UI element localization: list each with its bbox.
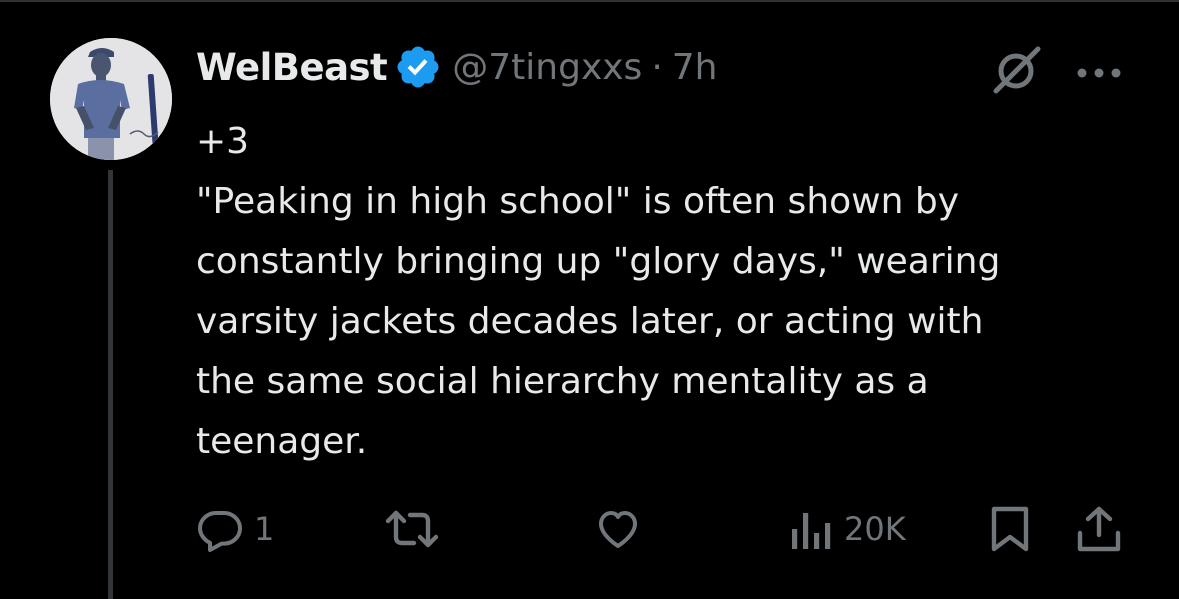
like-button[interactable] <box>594 503 642 555</box>
reply-button[interactable]: 1 <box>196 503 274 555</box>
more-options-icon[interactable] <box>1075 64 1123 78</box>
reply-icon <box>198 511 242 552</box>
tweet-text-line: the same social hierarchy mentality as a <box>196 361 929 402</box>
tweet-text-line: constantly bringing up "glory days," wea… <box>196 241 1001 282</box>
views-icon <box>792 513 831 549</box>
top-divider <box>0 0 1179 2</box>
views-count: 20K <box>844 510 906 548</box>
tweet-text-line: varsity jackets decades later, or acting… <box>196 301 984 342</box>
verified-badge-icon <box>394 43 442 91</box>
tweet-body-text: +3 "Peaking in high school" is often sho… <box>196 112 1146 472</box>
tweet-timestamp[interactable]: 7h <box>672 47 718 88</box>
header-separator: · <box>651 46 663 88</box>
avatar[interactable] <box>50 38 172 160</box>
tweet-text-line: teenager. <box>196 421 368 462</box>
thread-connector-line <box>108 170 113 599</box>
retweet-icon <box>385 510 439 548</box>
like-icon <box>599 511 637 548</box>
retweet-button[interactable] <box>384 503 440 555</box>
bookmark-icon <box>991 506 1029 552</box>
share-icon <box>1077 506 1121 552</box>
author-display-name[interactable]: WelBeast <box>196 46 388 89</box>
bookmark-button[interactable] <box>988 503 1032 555</box>
grok-icon[interactable] <box>988 43 1044 97</box>
tweet-text-line: +3 <box>196 121 250 162</box>
views-button[interactable]: 20K <box>790 503 906 555</box>
avatar-image <box>50 38 172 160</box>
tweet-header: WelBeast @7tingxxs · 7h <box>196 40 718 94</box>
share-button[interactable] <box>1076 503 1122 555</box>
reply-count: 1 <box>254 510 275 548</box>
author-handle[interactable]: @7tingxxs <box>452 47 642 88</box>
tweet-text-line: "Peaking in high school" is often shown … <box>196 181 960 222</box>
